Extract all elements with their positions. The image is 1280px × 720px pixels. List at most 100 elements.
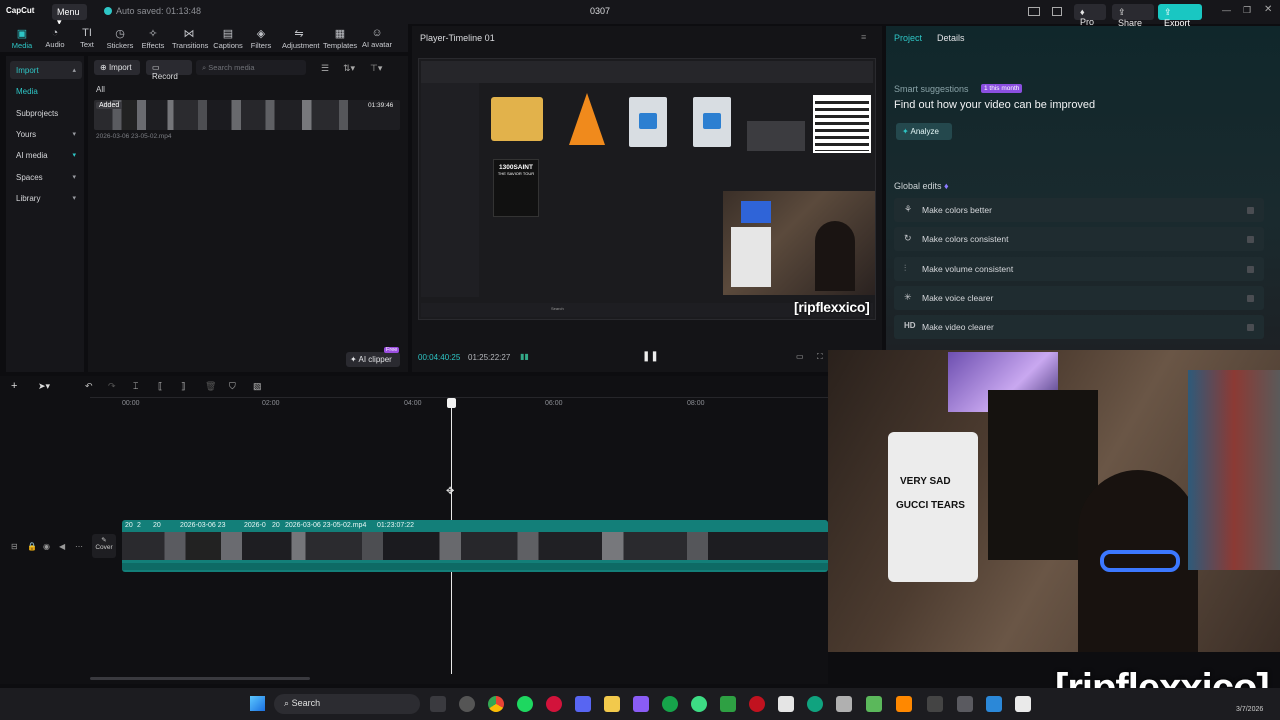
undo-icon[interactable]: ↶ <box>85 381 93 392</box>
chrome-icon[interactable] <box>488 696 504 712</box>
tool-transitions[interactable]: ⋈ Transitions <box>172 27 208 50</box>
analyze-button[interactable]: ✦ Analyze <box>896 123 952 140</box>
sidebar-item-subprojects[interactable]: Subprojects <box>10 104 82 122</box>
capcut-active-icon[interactable] <box>1015 696 1031 712</box>
shortcut-icon[interactable] <box>1052 7 1062 16</box>
sidebar-item-ai-media[interactable]: AI media ▾ <box>10 146 82 164</box>
diamond-icon: ♦ <box>944 181 949 191</box>
export-button[interactable]: ⇪ Export <box>1158 4 1202 28</box>
sort-icon[interactable]: ⇅▾ <box>343 63 355 74</box>
tool-captions[interactable]: ▤ Captions <box>211 27 245 50</box>
timeline-scrollbar[interactable] <box>90 677 310 680</box>
marker-icon[interactable]: ⛉ <box>229 381 236 392</box>
grid-app-icon[interactable] <box>957 696 973 712</box>
windows-start-icon[interactable] <box>250 696 265 711</box>
taskbar-search[interactable]: ⌕ Search <box>274 694 420 714</box>
capcut-icon[interactable] <box>778 696 794 712</box>
sidebar-item-yours[interactable]: Yours ▾ <box>10 125 82 143</box>
sidebar-item-import[interactable]: Import ▴ <box>10 61 82 79</box>
tab-project[interactable]: Project <box>894 33 922 43</box>
pro-button[interactable]: ♦ Pro <box>1074 4 1106 27</box>
select-tool-icon[interactable]: ➤▾ <box>38 381 50 392</box>
maximize-icon[interactable]: ❐ <box>1243 5 1251 16</box>
preview-canvas[interactable]: 1300SAINT THE SAVIOR TOUR Search <box>418 58 876 320</box>
app-icon[interactable] <box>720 696 736 712</box>
edit-icon: ✎ <box>101 537 107 544</box>
app-icon[interactable] <box>749 696 765 712</box>
player-menu-icon[interactable]: ≡ <box>861 32 866 42</box>
record-button[interactable]: ▭ Record <box>146 60 192 81</box>
redo-icon[interactable]: ↷ <box>108 381 116 392</box>
app-icon[interactable] <box>633 696 649 712</box>
split-icon[interactable]: ⌶ <box>133 381 138 392</box>
discord-icon[interactable] <box>575 696 591 712</box>
cover-button[interactable]: ✎ Cover <box>92 534 116 558</box>
delete-icon[interactable]: 🗑 <box>205 381 216 392</box>
volume-icon[interactable]: ◀ <box>59 542 65 551</box>
filter-icon[interactable]: ⊤▾ <box>370 63 382 74</box>
lock-icon[interactable]: 🔒 <box>27 542 37 551</box>
filters-icon: ◈ <box>256 28 266 40</box>
more-icon[interactable]: ⋯ <box>75 542 83 551</box>
layout-icon[interactable] <box>1028 7 1040 16</box>
track-collapse-icon[interactable]: ⊟ <box>11 542 18 551</box>
suggestion-colors-better[interactable]: ⚘ Make colors better <box>894 198 1264 222</box>
eye-icon[interactable]: ◉ <box>43 542 50 551</box>
tool-text[interactable]: TI Text <box>70 27 104 49</box>
tool-templates[interactable]: ▦ Templates <box>323 27 357 50</box>
android-icon[interactable] <box>691 696 707 712</box>
github-icon[interactable] <box>459 696 475 712</box>
xbox-icon[interactable] <box>662 696 678 712</box>
media-clip-thumbnail[interactable] <box>94 100 400 130</box>
search-media-input[interactable]: ⌕ Search media <box>196 60 306 75</box>
tool-media[interactable]: ▣ Media <box>5 27 39 50</box>
task-view-icon[interactable] <box>430 696 446 712</box>
added-badge: Added <box>96 102 123 109</box>
tool-filters[interactable]: ◈ Filters <box>244 27 278 50</box>
ai-clipper-button[interactable]: ✦ AI clipper <box>346 352 400 367</box>
sidebar-item-library[interactable]: Library ▾ <box>10 189 82 207</box>
wand-icon: ⚘ <box>904 204 913 214</box>
spotify-icon[interactable] <box>517 696 533 712</box>
vlc-icon <box>569 93 605 145</box>
sidebar-item-media[interactable]: Media <box>10 82 82 100</box>
ratio-icon[interactable]: ▭ <box>796 352 804 361</box>
suggestion-colors-consistent[interactable]: ↻ Make colors consistent <box>894 227 1264 251</box>
filter-all[interactable]: All <box>96 85 105 94</box>
fullscreen-icon[interactable]: ⛶ <box>817 352 823 362</box>
sidebar-item-spaces[interactable]: Spaces ▾ <box>10 168 82 186</box>
tool-stickers[interactable]: ◷ Stickers <box>103 27 137 50</box>
vlc-taskbar-icon[interactable] <box>896 696 912 712</box>
list-view-icon[interactable]: ☰ <box>321 63 329 74</box>
trim-right-icon[interactable]: ⟧ <box>181 381 185 392</box>
chatgpt-icon[interactable] <box>807 696 823 712</box>
app-icon[interactable] <box>836 696 852 712</box>
menu-button[interactable]: Menu ▾ <box>52 4 87 27</box>
close-icon[interactable]: ✕ <box>1264 4 1272 15</box>
tool-effects[interactable]: ✧ Effects <box>136 27 170 50</box>
playhead-handle[interactable] <box>447 398 456 408</box>
suggestion-volume-consistent[interactable]: ⫶ Make volume consistent <box>894 257 1264 281</box>
file-explorer-icon[interactable] <box>604 696 620 712</box>
import-button[interactable]: ⊕ Import <box>94 60 140 75</box>
audio-app-icon[interactable] <box>927 696 943 712</box>
clip-label: 2026-03-06 23 <box>180 522 226 529</box>
suggestion-voice-clearer[interactable]: ✳ Make voice clearer <box>894 286 1264 310</box>
app-icon[interactable] <box>866 696 882 712</box>
suggestion-video-clearer[interactable]: HD Make video clearer <box>894 315 1264 339</box>
share-button[interactable]: ⇪ Share <box>1112 4 1154 28</box>
effects-icon: ✧ <box>148 28 158 40</box>
add-track-icon[interactable]: + <box>11 380 17 392</box>
app-icon[interactable] <box>986 696 1002 712</box>
tool-ai-avatar[interactable]: ☺ AI avatar <box>359 27 395 49</box>
crop-icon[interactable]: ▧ <box>253 381 262 392</box>
pause-icon[interactable]: ❚❚ <box>642 351 659 362</box>
tool-adjustment[interactable]: ⇋ Adjustment <box>282 27 320 50</box>
tool-audio[interactable]: ◔ Audio <box>38 27 72 49</box>
opera-icon[interactable] <box>546 696 562 712</box>
tab-details[interactable]: Details <box>937 33 965 43</box>
poster-thumbnail: 1300SAINT THE SAVIOR TOUR <box>493 159 539 217</box>
trim-left-icon[interactable]: ⟦ <box>158 381 162 392</box>
minimize-icon[interactable]: — <box>1222 5 1231 15</box>
title-bar: CapCut Menu ▾ Auto saved: 01:13:48 0307 … <box>0 0 1280 28</box>
